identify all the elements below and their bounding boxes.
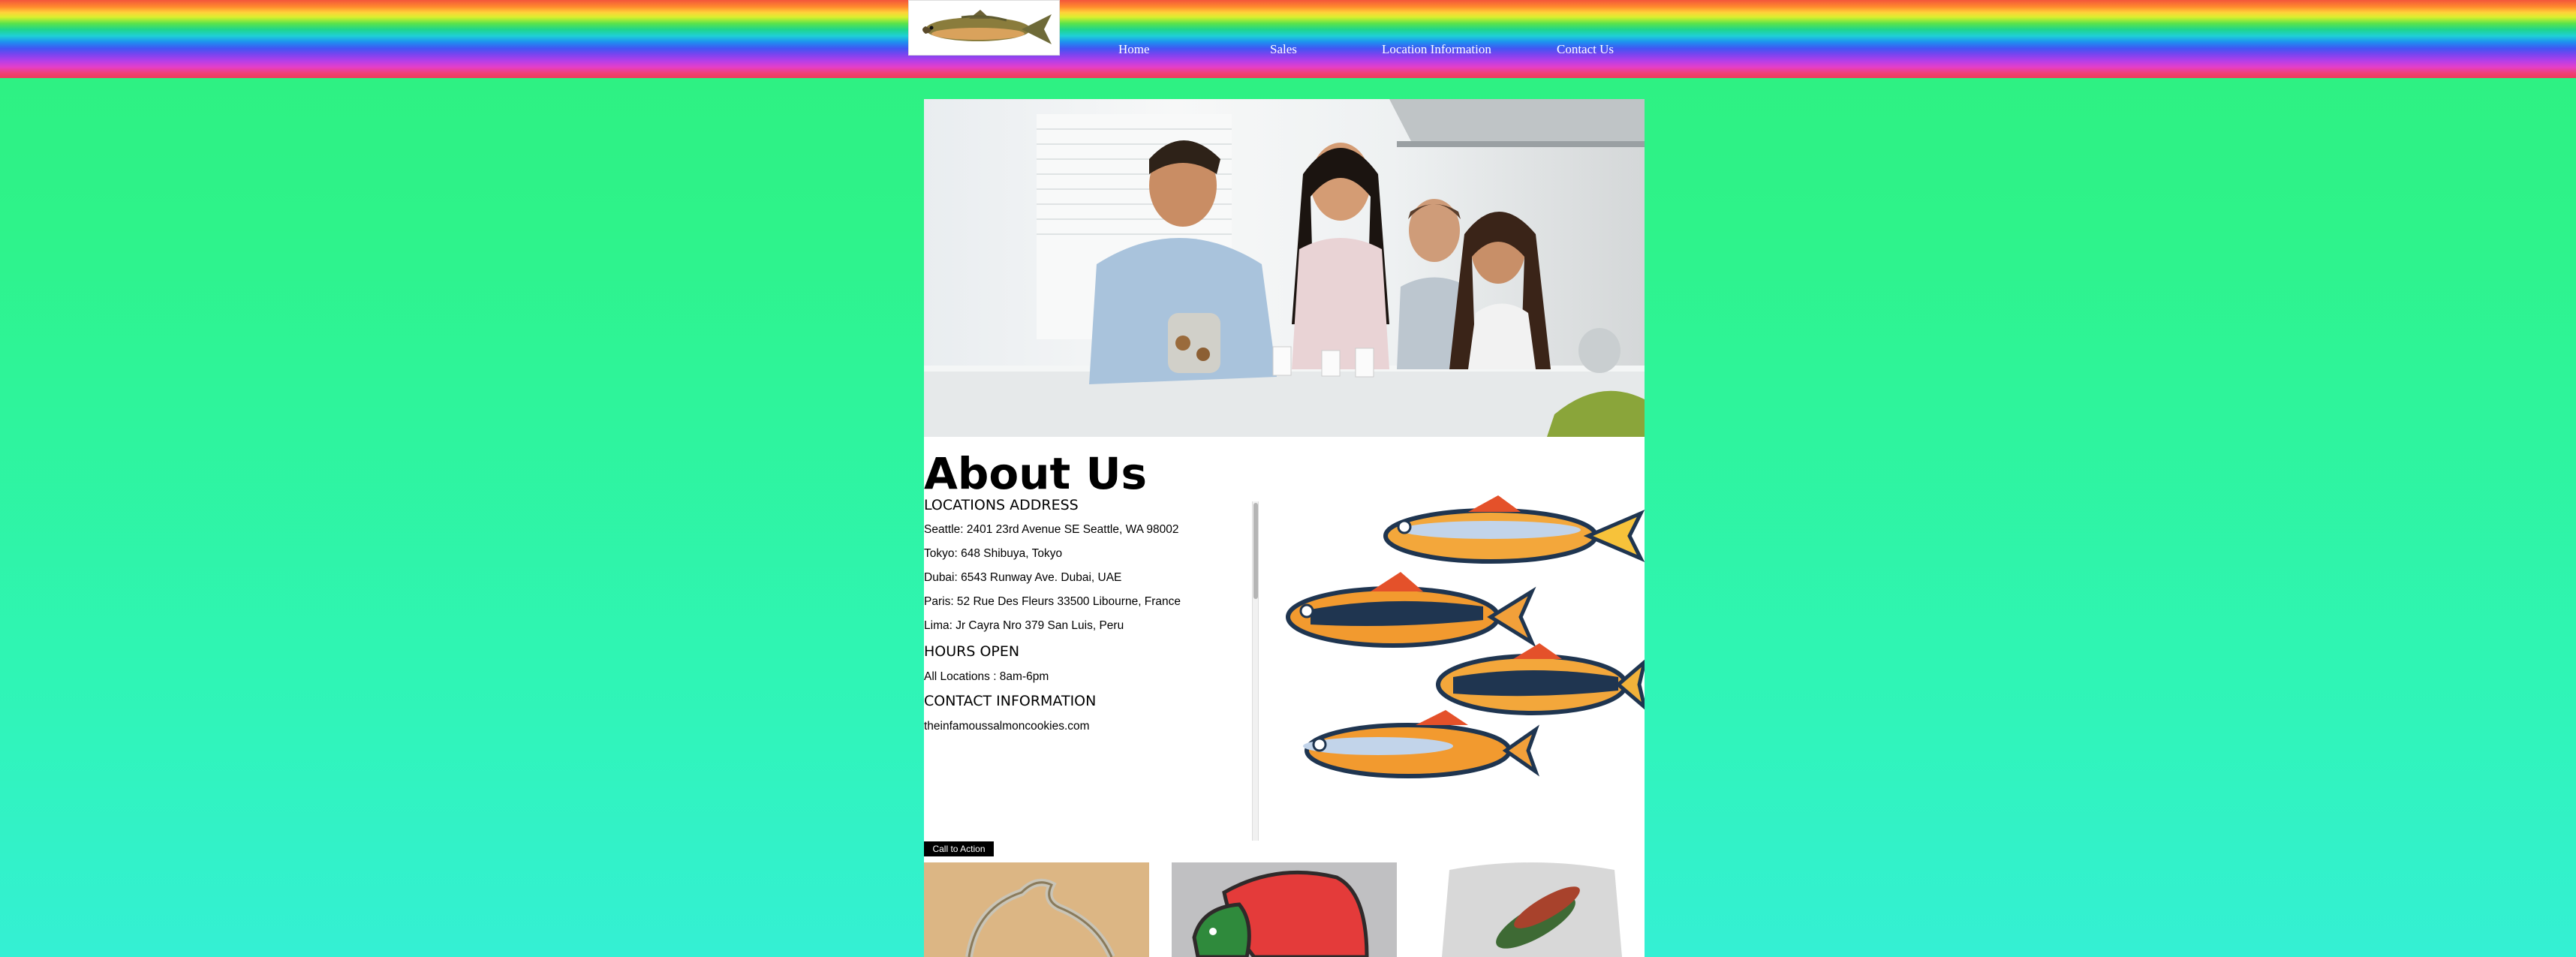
cookie-cutter-icon: [924, 862, 1149, 957]
scrollbar-thumb[interactable]: [1253, 503, 1258, 599]
product-salmon-cookie[interactable]: [1172, 862, 1397, 957]
location-item: Dubai: 6543 Runway Ave. Dubai, UAE: [924, 571, 1122, 584]
nav-home[interactable]: Home: [1118, 42, 1150, 57]
info-panel[interactable]: LOCATIONS ADDRESS Seattle: 2401 23rd Ave…: [924, 497, 1262, 842]
about-title: About Us: [924, 448, 1148, 499]
info-scrollbar[interactable]: [1252, 501, 1259, 841]
hours-heading: HOURS OPEN: [924, 643, 1020, 660]
salmon-logo[interactable]: [908, 0, 1060, 56]
nav-sales[interactable]: Sales: [1270, 42, 1297, 57]
salmon-logo-icon: [922, 10, 1052, 44]
fish-illustration: [1265, 452, 1648, 842]
location-item: Lima: Jr Cayra Nro 379 San Luis, Peru: [924, 619, 1124, 632]
nav-location-information[interactable]: Location Information: [1382, 42, 1491, 57]
locations-heading: LOCATIONS ADDRESS: [924, 497, 1079, 513]
location-item: Paris: 52 Rue Des Fleurs 33500 Libourne,…: [924, 595, 1181, 608]
nav-contact-us[interactable]: Contact Us: [1557, 42, 1614, 57]
hero-image: [924, 99, 1645, 437]
call-to-action-button[interactable]: Call to Action: [924, 841, 994, 856]
family-photo-icon: [924, 99, 1645, 437]
tshirt-icon: [1419, 862, 1645, 957]
site-header: Home Sales Location Information Contact …: [0, 0, 2576, 78]
product-tshirt[interactable]: [1419, 862, 1645, 957]
location-item: Seattle: 2401 23rd Avenue SE Seattle, WA…: [924, 523, 1179, 536]
location-item: Tokyo: 648 Shibuya, Tokyo: [924, 547, 1063, 560]
contact-website[interactable]: theinfamoussalmoncookies.com: [924, 721, 1090, 733]
fish-illustration-icon: [1286, 495, 1648, 778]
hours-text: All Locations : 8am-6pm: [924, 670, 1049, 683]
product-cookie-cutter[interactable]: [924, 862, 1149, 957]
main-content: About Us LOCATIONS ADDRESS Seattle: 2401…: [924, 99, 1648, 957]
contact-heading: CONTACT INFORMATION: [924, 693, 1097, 709]
salmon-cookie-icon: [1172, 862, 1397, 957]
